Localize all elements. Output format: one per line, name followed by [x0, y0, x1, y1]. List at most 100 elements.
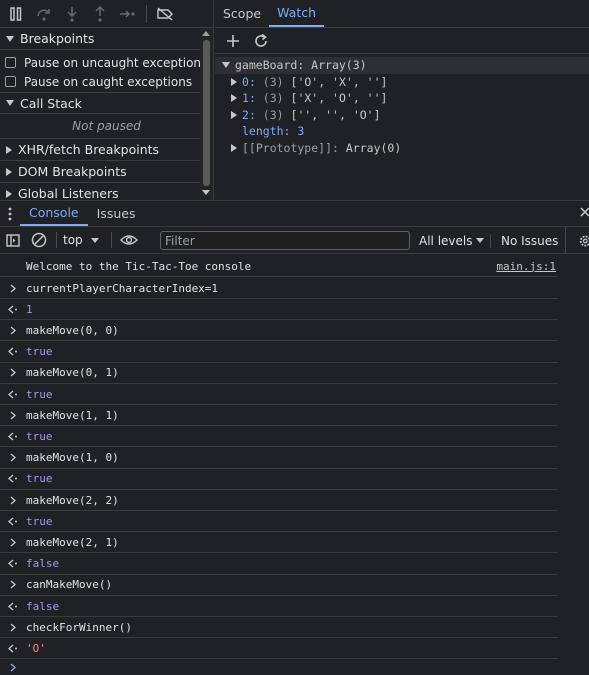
pause-uncaught-row[interactable]: Pause on uncaught exceptions: [0, 53, 213, 72]
pause-caught-checkbox[interactable]: [5, 76, 16, 87]
gear-icon: [579, 235, 589, 246]
step-into-button[interactable]: [60, 2, 84, 26]
result-arrow-icon: [0, 432, 26, 441]
input-chevron-icon: [0, 580, 26, 589]
console-result-line: true: [0, 469, 558, 490]
result-arrow-icon: [0, 644, 26, 653]
tab-scope[interactable]: Scope: [215, 0, 269, 27]
pause-uncaught-checkbox[interactable]: [5, 57, 16, 68]
watch-prototype-row[interactable]: [[Prototype]]: Array(0): [215, 140, 589, 157]
result-arrow-icon: [0, 559, 26, 568]
breakpoints-section-header[interactable]: Breakpoints: [0, 28, 213, 50]
dropdown-caret-icon: [90, 237, 99, 243]
global-listeners-label: Global Listeners: [18, 186, 119, 200]
tab-issues[interactable]: Issues: [88, 201, 145, 226]
filter-input[interactable]: [160, 231, 410, 250]
pause-caught-label: Pause on caught exceptions: [24, 74, 193, 89]
input-chevron-icon: [0, 284, 26, 293]
array-index: 2: [242, 107, 249, 122]
deactivate-breakpoints-button[interactable]: [153, 2, 177, 26]
context-selector[interactable]: top: [63, 233, 107, 247]
close-icon: [580, 207, 589, 217]
console-input-line: makeMove(1, 1): [0, 405, 558, 427]
context-label: top: [63, 233, 83, 247]
dropdown-caret-icon: [476, 238, 485, 243]
console-settings-button[interactable]: [565, 227, 589, 254]
collapse-triangle-icon: [231, 143, 237, 152]
step-into-icon: [67, 6, 77, 22]
call-stack-label: Call Stack: [20, 95, 82, 111]
watch-child-row[interactable]: 2: (3) ['', '', 'O']: [215, 107, 589, 124]
dom-breakpoints-label: DOM Breakpoints: [18, 164, 127, 179]
input-text: makeMove(1, 0): [26, 451, 119, 465]
global-listeners-section-header[interactable]: Global Listeners: [0, 183, 213, 200]
pause-uncaught-label: Pause on uncaught exceptions: [24, 55, 208, 70]
watch-child-row[interactable]: 1: (3) ['X', 'O', '']: [215, 90, 589, 107]
array-index: 1: [242, 91, 249, 106]
input-text: makeMove(0, 1): [26, 366, 119, 380]
refresh-watch-button[interactable]: [249, 29, 273, 53]
console-prompt[interactable]: [0, 659, 26, 675]
scroll-down-arrow-icon[interactable]: [202, 190, 210, 195]
breakpoints-label: Breakpoints: [20, 31, 95, 46]
console-toolbar: top All levels No Issues: [0, 227, 589, 254]
input-chevron-icon: [0, 326, 26, 335]
result-arrow-icon: [0, 517, 26, 526]
watch-length-row: length: 3: [242, 124, 305, 139]
input-text: makeMove(1, 1): [26, 408, 119, 422]
source-link[interactable]: main.js:1: [496, 260, 556, 273]
result-text: true: [26, 472, 53, 486]
array-index: 0: [242, 74, 249, 89]
step-out-button[interactable]: [88, 2, 112, 26]
sidebar-scrollbar[interactable]: [200, 28, 213, 200]
watch-expression-gameboard[interactable]: gameBoard: Array(3): [215, 57, 589, 74]
watch-child-row[interactable]: 0: (3) ['O', 'X', '']: [215, 74, 589, 91]
not-paused-message: Not paused: [0, 114, 213, 139]
pause-caught-row[interactable]: Pause on caught exceptions: [0, 72, 213, 91]
live-expression-button[interactable]: [116, 227, 142, 253]
close-drawer-button[interactable]: [579, 206, 589, 221]
result-text: true: [26, 345, 53, 359]
step-button[interactable]: [116, 2, 140, 26]
prototype-key: [[Prototype]]: [242, 140, 333, 155]
array-value: ['', '', 'O']: [290, 107, 381, 122]
collapse-triangle-icon: [231, 77, 237, 86]
dom-breakpoints-section-header[interactable]: DOM Breakpoints: [0, 161, 213, 183]
toolbar-divider: [111, 232, 112, 248]
log-levels-label: All levels: [419, 233, 473, 248]
clear-console-button[interactable]: [26, 227, 52, 253]
collapse-triangle-icon: [6, 189, 12, 198]
call-stack-section-header[interactable]: Call Stack: [0, 92, 213, 114]
step-out-icon: [95, 5, 105, 22]
array-count: (3): [262, 91, 284, 106]
xhr-breakpoints-section-header[interactable]: XHR/fetch Breakpoints: [0, 139, 213, 161]
result-text: true: [26, 514, 53, 528]
deactivate-breakpoints-icon: [157, 6, 173, 21]
log-levels-dropdown[interactable]: All levels: [419, 227, 485, 254]
result-arrow-icon: [0, 474, 26, 483]
pause-resume-button[interactable]: [4, 2, 28, 26]
result-text: 1: [26, 302, 33, 316]
scroll-up-arrow-icon[interactable]: [202, 31, 210, 36]
result-text: false: [26, 599, 60, 613]
console-messages: Welcome to the Tic-Tac-Toe console main.…: [0, 254, 589, 674]
input-chevron-icon: [0, 538, 26, 547]
issues-counter[interactable]: No Issues: [501, 227, 558, 254]
watch-panel: Scope Watch gameBoard: Array(3) 0: (3) […: [215, 0, 589, 200]
xhr-breakpoints-label: XHR/fetch Breakpoints: [18, 142, 160, 157]
tab-console[interactable]: Console: [20, 201, 88, 226]
console-log-message: Welcome to the Tic-Tac-Toe console main.…: [0, 256, 558, 277]
prototype-value: Array(0): [345, 140, 402, 155]
step-over-icon: [37, 8, 50, 21]
scrollbar-thumb[interactable]: [203, 40, 210, 186]
sidebar-toggle-icon: [6, 233, 20, 247]
step-over-button[interactable]: [32, 2, 56, 26]
tab-watch[interactable]: Watch: [269, 0, 325, 27]
drawer-menu-button[interactable]: [0, 201, 20, 226]
scope-watch-tabs: Scope Watch: [215, 0, 589, 28]
show-sidebar-button[interactable]: [0, 227, 26, 253]
expand-triangle-icon: [6, 100, 14, 106]
pause-icon: [10, 6, 22, 21]
add-watch-button[interactable]: [221, 29, 245, 53]
result-text: 'O': [26, 641, 46, 655]
